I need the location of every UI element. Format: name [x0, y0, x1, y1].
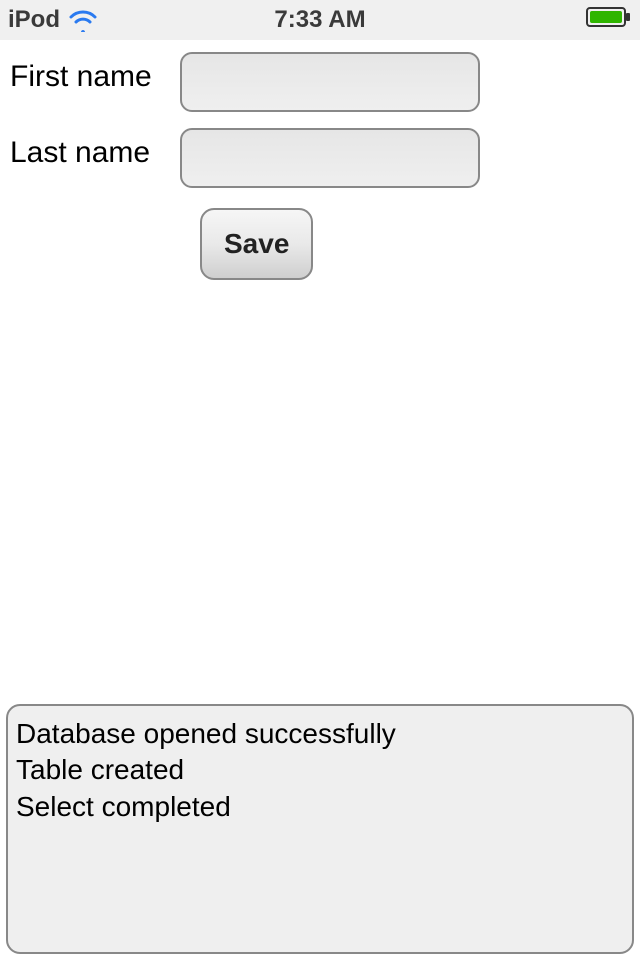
form-area: First name Last name Save	[0, 40, 640, 280]
last-name-input[interactable]	[180, 128, 480, 188]
first-name-input[interactable]	[180, 52, 480, 112]
status-bar-left: iPod	[8, 6, 98, 34]
log-line: Table created	[16, 752, 624, 788]
battery-icon	[586, 5, 632, 29]
save-button[interactable]: Save	[200, 208, 313, 280]
first-name-label: First name	[10, 52, 180, 94]
first-name-row: First name	[10, 52, 630, 112]
log-line: Database opened successfully	[16, 716, 624, 752]
log-output: Database opened successfully Table creat…	[6, 704, 634, 954]
log-line: Select completed	[16, 789, 624, 825]
status-bar-time: 7:33 AM	[274, 6, 365, 34]
wifi-icon	[68, 8, 98, 32]
last-name-label: Last name	[10, 128, 180, 170]
status-bar: iPod 7:33 AM	[0, 0, 640, 40]
status-bar-right	[586, 5, 632, 36]
device-label: iPod	[8, 6, 60, 34]
last-name-row: Last name	[10, 128, 630, 188]
save-row: Save	[200, 208, 630, 280]
